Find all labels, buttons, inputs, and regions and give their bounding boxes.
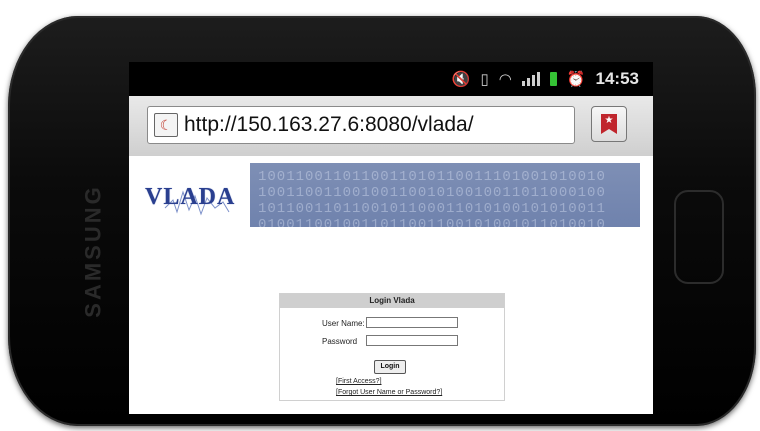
login-panel: Login Vlada User Name: Password Login [F… (279, 293, 505, 401)
password-label: Password (322, 337, 358, 346)
device-brand: SAMSUNG (74, 176, 114, 326)
alarm-icon: ⏰ (566, 70, 586, 88)
status-time: 14:53 (595, 69, 639, 88)
favicon-icon: ☾ (154, 113, 178, 137)
web-page: VLADA 1001100110110011010110011101001010… (129, 156, 653, 414)
brand-label: SAMSUNG (81, 184, 107, 318)
vibrate-icon: ▯ (480, 70, 489, 88)
logo-text: VLADA (145, 184, 236, 210)
login-title: Login Vlada (280, 294, 504, 308)
status-bar: 🔇 ▯ ◠ ⏰ 14:53 (129, 62, 653, 96)
banner-binary-line: 0100110010011011001100101001011010010 (258, 217, 606, 227)
mute-icon: 🔇 (451, 70, 471, 88)
login-button[interactable]: Login (374, 360, 406, 374)
phone-device: SAMSUNG 🔇 ▯ ◠ ⏰ 14:53 ☾ http://150.163.2… (8, 16, 756, 426)
vlada-logo: VLADA (145, 178, 249, 218)
signal-icon (521, 72, 540, 86)
forgot-credentials-link[interactable]: [Forgot User Name or Password?] (336, 389, 442, 396)
header-banner: 1001100110110011010110011101001010010 10… (250, 163, 640, 227)
home-button[interactable] (674, 190, 724, 284)
first-access-link[interactable]: [First Access?] (336, 378, 382, 385)
wifi-icon: ◠ (498, 70, 512, 88)
username-label: User Name: (322, 319, 365, 328)
banner-binary-line: 1011001101100101100011010100101010011 (258, 201, 606, 217)
url-bar[interactable]: ☾ http://150.163.27.6:8080/vlada/ (147, 106, 575, 144)
banner-binary: 1001100110110011010110011101001010010 10… (250, 163, 640, 227)
url-text[interactable]: http://150.163.27.6:8080/vlada/ (184, 113, 474, 137)
battery-icon (549, 72, 557, 86)
bookmark-icon: ★ (601, 114, 617, 134)
banner-binary-line: 1001100110010011001010010011011000100 (258, 185, 606, 201)
phone-screen: 🔇 ▯ ◠ ⏰ 14:53 ☾ http://150.163.27.6:8080… (129, 62, 653, 414)
banner-binary-line: 1001100110110011010110011101001010010 (258, 169, 606, 185)
bookmark-button[interactable]: ★ (591, 106, 627, 142)
browser-toolbar: ☾ http://150.163.27.6:8080/vlada/ ★ (129, 96, 653, 156)
username-field[interactable] (366, 317, 458, 328)
password-field[interactable] (366, 335, 458, 346)
